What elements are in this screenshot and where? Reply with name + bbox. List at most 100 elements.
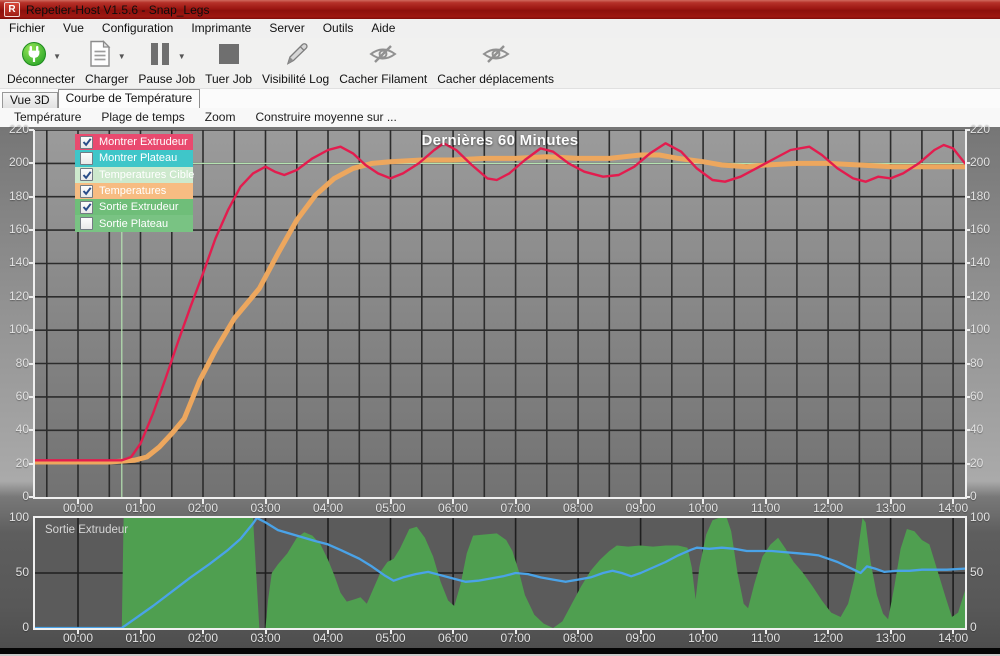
y-axis-label-left: 20 <box>15 455 29 470</box>
output-plot[interactable] <box>33 516 967 630</box>
y-tick-left <box>29 329 34 332</box>
x-tick <box>327 499 330 504</box>
y-tick-right <box>965 129 970 131</box>
toolbar-button-hide-filament[interactable]: Cacher Filament <box>334 40 432 87</box>
menu-item-outils[interactable]: Outils <box>314 19 363 38</box>
y-axis-label-right: 40 <box>970 422 984 437</box>
x-tick-bottom <box>202 630 205 634</box>
output-y-label-right: 100 <box>970 510 991 524</box>
menu-item-configuration[interactable]: Configuration <box>93 19 182 38</box>
toolbar-button-label: Pause Job <box>138 72 196 86</box>
x-tick <box>514 499 517 504</box>
pause-icon <box>148 41 172 72</box>
menu-bar: Fichier Vue Configuration Imprimante Server O… <box>0 19 1000 38</box>
y-axis-label-left: 140 <box>8 255 29 270</box>
x-tick <box>202 499 205 504</box>
x-tick <box>702 499 705 504</box>
x-tick-bottom <box>952 630 955 634</box>
toolbar-button-label: Cacher Filament <box>339 72 428 86</box>
x-tick <box>764 499 767 504</box>
y-tick-right <box>965 462 970 465</box>
toolbar-button-log-visibility[interactable]: Visibilité Log <box>257 40 334 87</box>
toolbar: ▼ Déconnecter ▼ Charger ▼ Pause Job Tuer Job Vi… <box>0 38 1000 89</box>
y-axis-label-left: 0 <box>22 489 29 503</box>
legend-checkbox[interactable] <box>80 135 93 149</box>
legend-label: Sortie Plateau <box>99 217 169 230</box>
x-tick <box>889 499 892 504</box>
y-tick-left <box>29 295 34 298</box>
plug-connected-icon <box>21 41 47 72</box>
toolbar-button-load[interactable]: ▼ Charger <box>80 40 133 87</box>
legend-label: Temperatures <box>99 185 167 198</box>
legend-checkbox[interactable] <box>80 168 93 182</box>
y-tick-left <box>29 262 34 265</box>
chart-legend: Montrer Extrudeur Montrer Plateau Temperat… <box>75 134 195 232</box>
x-tick <box>577 499 580 504</box>
x-tick <box>264 499 267 504</box>
y-axis-label-left: 80 <box>15 355 29 370</box>
legend-checkbox[interactable] <box>80 200 93 214</box>
y-tick-left <box>29 362 34 365</box>
y-tick-left <box>29 496 34 498</box>
menu-item-fichier[interactable]: Fichier <box>0 19 54 38</box>
toolbar-button-disconnect[interactable]: ▼ Déconnecter <box>2 40 80 87</box>
x-tick-bottom <box>452 630 455 634</box>
y-axis-label-left: 200 <box>8 155 29 170</box>
menu-item-imprimante[interactable]: Imprimante <box>182 19 260 38</box>
y-axis-label-right: 200 <box>970 155 991 170</box>
temperature-curve-panel: Dernières 60 Minutes Montrer Extrudeur Mon… <box>0 122 1000 648</box>
y-tick-left <box>29 229 34 232</box>
chart-menu-item-plage-de-temps[interactable]: Plage de temps <box>91 108 194 127</box>
y-axis-label-left: 160 <box>8 222 29 237</box>
menu-item-server[interactable]: Server <box>260 19 313 38</box>
y-axis-label-right: 180 <box>970 188 991 203</box>
x-tick-bottom <box>702 630 705 634</box>
legend-checkbox[interactable] <box>80 151 93 165</box>
toolbar-button-label: Visibilité Log <box>262 72 330 86</box>
eye-slash-icon <box>368 41 398 72</box>
eye-slash-icon <box>481 41 511 72</box>
x-tick-bottom <box>514 630 517 634</box>
output-plot-label: Sortie Extrudeur <box>45 524 129 536</box>
chevron-down-icon[interactable]: ▼ <box>53 52 61 61</box>
tab-courbe-de-temperature[interactable]: Courbe de Température <box>57 89 201 108</box>
y-tick-right <box>965 229 970 232</box>
y-axis-label-right: 100 <box>970 322 991 337</box>
y-axis-label-right: 120 <box>970 288 991 303</box>
legend-item: Sortie Plateau <box>75 215 193 232</box>
y-axis-label-left: 120 <box>8 288 29 303</box>
legend-checkbox[interactable] <box>80 217 93 231</box>
menu-item-vue[interactable]: Vue <box>54 19 93 38</box>
x-tick-bottom <box>889 630 892 634</box>
x-tick-bottom <box>389 630 392 634</box>
chevron-down-icon[interactable]: ▼ <box>178 52 186 61</box>
legend-checkbox[interactable] <box>80 184 93 198</box>
toolbar-button-label: Charger <box>85 72 129 86</box>
menu-item-aide[interactable]: Aide <box>362 19 404 38</box>
toolbar-button-hide-travel[interactable]: Cacher déplacements <box>432 40 559 87</box>
x-tick-bottom <box>764 630 767 634</box>
legend-label: Temperatures Cible <box>99 168 195 181</box>
toolbar-button-label: Tuer Job <box>205 72 253 86</box>
x-tick <box>639 499 642 504</box>
y-axis-label-right: 220 <box>970 122 991 136</box>
x-tick-bottom <box>827 630 830 634</box>
legend-label: Sortie Extrudeur <box>99 201 179 214</box>
toolbar-button-label: Déconnecter <box>7 72 76 86</box>
toolbar-button-kill-job[interactable]: Tuer Job <box>200 40 257 87</box>
title-bar: R Repetier-Host V1.5.6 - Snap_Legs <box>0 0 1000 19</box>
toolbar-button-pause-job[interactable]: ▼ Pause Job <box>133 40 200 87</box>
chart-menu-strip: Température Plage de temps Zoom Construire … <box>0 108 1000 127</box>
chart-menu-item-construire-moyenne[interactable]: Construire moyenne sur ... <box>245 108 406 127</box>
tab-vue-3d[interactable]: Vue 3D <box>2 92 58 108</box>
y-axis-label-right: 140 <box>970 255 991 270</box>
y-tick-left <box>29 395 34 398</box>
y-tick-right <box>965 362 970 365</box>
legend-item: Temperatures <box>75 182 193 200</box>
y-axis-label-right: 80 <box>970 355 984 370</box>
chevron-down-icon[interactable]: ▼ <box>118 52 126 61</box>
chart-menu-item-zoom[interactable]: Zoom <box>195 108 246 127</box>
x-tick-bottom <box>139 630 142 634</box>
y-tick-right <box>965 496 970 498</box>
legend-item: Temperatures Cible <box>75 166 195 183</box>
